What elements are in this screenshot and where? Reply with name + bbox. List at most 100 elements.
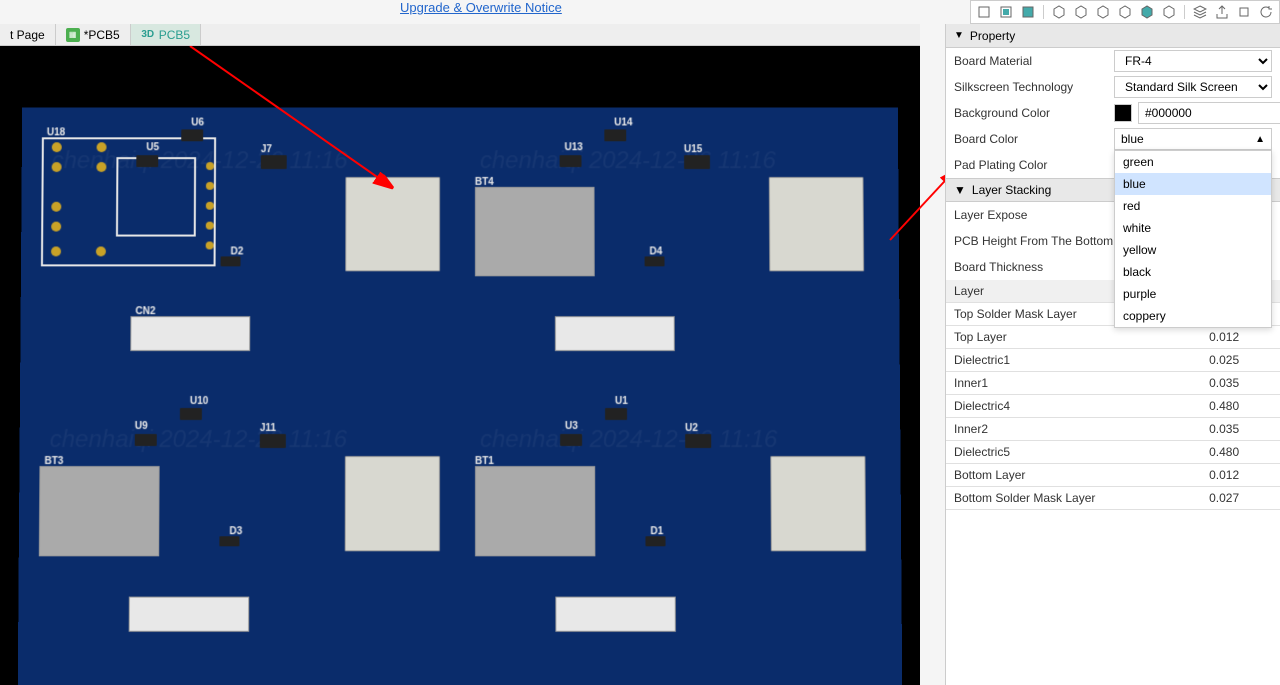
silk-label: U1 [615,396,628,407]
table-row[interactable]: Dielectric10.025 [946,349,1280,372]
layer-thickness: 0.012 [1201,326,1280,349]
silk-label: U15 [684,144,702,155]
layer-thickness: 0.027 [1201,487,1280,510]
view-toolbar [970,0,1280,24]
color-option-blue[interactable]: blue [1115,173,1271,195]
view-iso5-icon[interactable] [1138,3,1156,21]
silk-label: U3 [565,421,578,432]
upgrade-link[interactable]: Upgrade & Overwrite Notice [400,0,562,15]
component [560,434,582,446]
color-option-green[interactable]: green [1115,151,1271,173]
tab-pcb5-3d[interactable]: 3D PCB5 [131,24,201,45]
panel-body: Board Material FR-4 Silkscreen Technolog… [946,48,1280,685]
settings-icon[interactable] [1235,3,1253,21]
bgcolor-input[interactable] [1138,102,1280,124]
prop-silkscreen: Silkscreen Technology Standard Silk Scre… [946,74,1280,100]
view-iso4-icon[interactable] [1116,3,1134,21]
color-option-black[interactable]: black [1115,261,1271,283]
silk-label: J11 [260,423,276,434]
table-row[interactable]: Top Layer0.012 [946,326,1280,349]
view-iso6-icon[interactable] [1160,3,1178,21]
prop-label: Board Thickness [954,260,1114,274]
panel-header[interactable]: ▼ Property [946,24,1280,48]
silk-label: U13 [565,142,583,153]
prop-label: Board Material [954,54,1114,68]
table-row[interactable]: Dielectric40.480 [946,395,1280,418]
chevron-up-icon: ▲ [1255,134,1265,145]
color-option-purple[interactable]: purple [1115,283,1271,305]
silk-label: J7 [261,144,272,155]
view-side-icon[interactable] [1019,3,1037,21]
color-option-coppery[interactable]: coppery [1115,305,1271,327]
view-front-icon[interactable] [975,3,993,21]
connector [555,597,676,632]
silkscreen-select[interactable]: Standard Silk Screen [1114,76,1272,98]
document-tabs: t Page ▦ *PCB5 3D PCB5 [0,24,920,46]
pad [206,182,214,190]
color-option-yellow[interactable]: yellow [1115,239,1271,261]
prop-board-material: Board Material FR-4 [946,48,1280,74]
pad [206,222,214,230]
tab-label: PCB5 [159,28,190,42]
export-icon[interactable] [1213,3,1231,21]
layers-icon[interactable] [1191,3,1209,21]
pad [52,162,62,172]
component [604,129,626,141]
separator [1184,5,1185,19]
property-panel: ▼ Property Board Material FR-4 Silkscree… [945,24,1280,685]
3d-viewport[interactable]: chenhaiqi 2024-12-26 11:16 chenhaiqi 202… [0,46,920,685]
tab-pcb5[interactable]: ▦ *PCB5 [56,24,131,45]
layer-name: Dielectric1 [946,349,1201,372]
select-value: blue [1121,132,1144,146]
board-color-select[interactable]: blue ▲ [1114,128,1272,150]
battery-holder [475,187,595,276]
pad [51,246,61,256]
prop-label: Board Color [954,132,1114,146]
table-row[interactable]: Inner10.035 [946,372,1280,395]
panel-title: Property [970,29,1015,43]
table-row[interactable]: Inner20.035 [946,418,1280,441]
layer-thickness: 0.035 [1201,418,1280,441]
component [560,155,582,167]
layer-thickness: 0.480 [1201,441,1280,464]
tab-label: *PCB5 [84,28,120,42]
pad [52,142,62,152]
layer-name: Top Layer [946,326,1201,349]
tab-start-page[interactable]: t Page [0,24,56,45]
view-iso3-icon[interactable] [1094,3,1112,21]
component [181,129,203,141]
view-back-icon[interactable] [997,3,1015,21]
table-row[interactable]: Dielectric50.480 [946,441,1280,464]
battery-holder [475,466,595,556]
pad [96,162,106,172]
table-row[interactable]: Bottom Layer0.012 [946,464,1280,487]
layer-thickness: 0.025 [1201,349,1280,372]
pcb-board: chenhaiqi 2024-12-26 11:16 chenhaiqi 202… [18,108,902,685]
table-row[interactable]: Bottom Solder Mask Layer0.027 [946,487,1280,510]
color-option-red[interactable]: red [1115,195,1271,217]
component [684,155,710,169]
watermark: chenhaiqi 2024-12-26 11:16 [50,426,347,454]
pcb-icon: ▦ [66,28,80,42]
silk-label: U10 [190,396,208,407]
color-swatch[interactable] [1114,104,1132,122]
component [345,456,440,551]
layer-thickness: 0.035 [1201,372,1280,395]
pad [51,222,61,232]
watermark: chenhaiqi 2024-12-26 11:16 [480,147,776,175]
view-iso1-icon[interactable] [1050,3,1068,21]
component [605,408,627,420]
refresh-icon[interactable] [1257,3,1275,21]
view-iso2-icon[interactable] [1072,3,1090,21]
component [260,434,286,448]
component [219,536,239,546]
silk-label: U2 [685,423,698,434]
layer-name: Bottom Layer [946,464,1201,487]
component [345,177,440,271]
layer-thickness: 0.480 [1201,395,1280,418]
color-option-white[interactable]: white [1115,217,1271,239]
pad [97,142,107,152]
pad [51,202,61,212]
component [221,256,241,266]
board-material-select[interactable]: FR-4 [1114,50,1272,72]
